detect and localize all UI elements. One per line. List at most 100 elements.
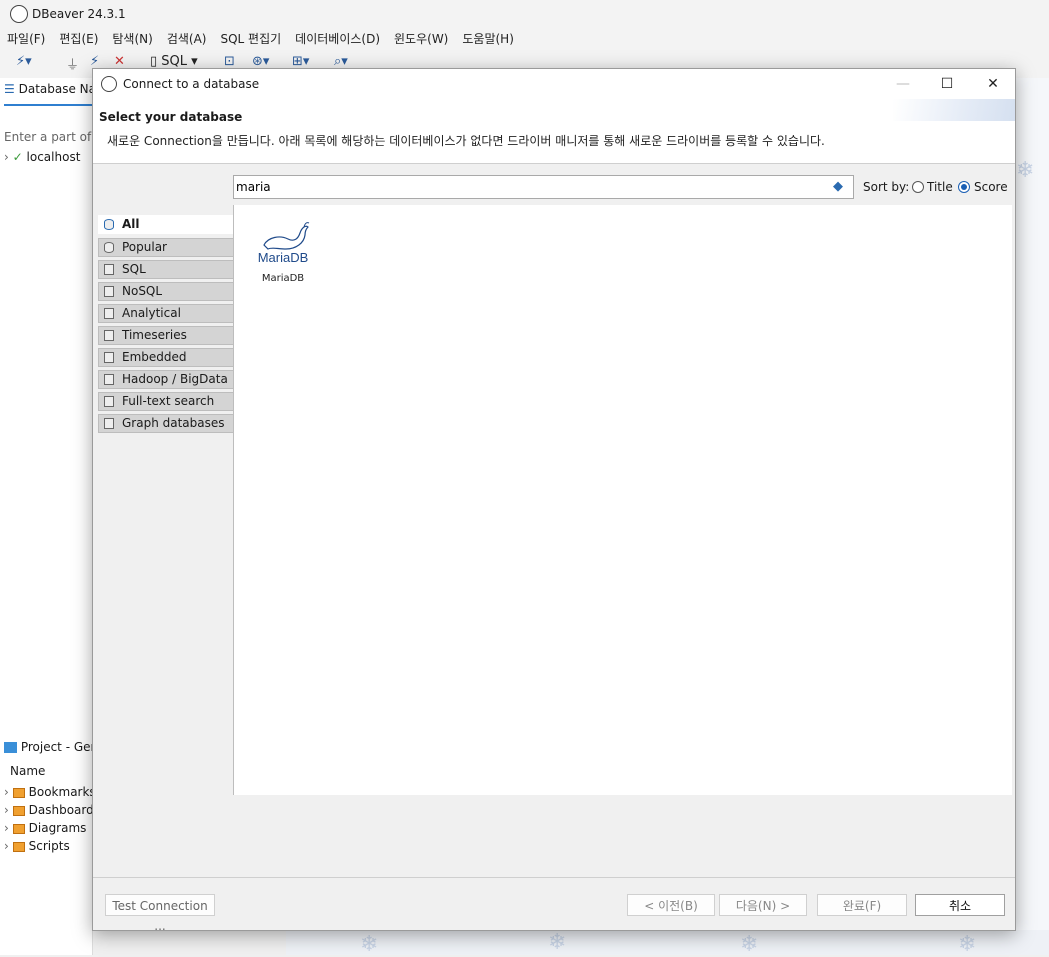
menu-database[interactable]: 데이터베이스(D) xyxy=(288,28,387,48)
connect-icon[interactable]: ⏚ xyxy=(66,54,79,73)
next-button[interactable]: 다음(N) > xyxy=(719,894,807,916)
project-tab[interactable]: Project - General xyxy=(4,740,94,754)
category-embedded[interactable]: Embedded xyxy=(98,348,234,367)
dialog-header: Select your database 새로운 Connection을 만듭니… xyxy=(93,99,1015,164)
category-label: Graph databases xyxy=(122,416,225,430)
menu-file[interactable]: 파일(F) xyxy=(0,28,52,48)
menu-sql-editor[interactable]: SQL 편집기 xyxy=(213,28,288,48)
eraser-icon[interactable]: ◆ xyxy=(833,179,843,194)
navigator-item-localhost[interactable]: › ✓ localhost xyxy=(4,150,92,164)
sort-score-label: Score xyxy=(974,180,1008,194)
dbeaver-logo-icon xyxy=(10,5,28,23)
sort-title-label: Title xyxy=(927,180,953,194)
chevron-right-icon[interactable]: › xyxy=(4,785,9,799)
category-all[interactable]: All xyxy=(98,215,234,234)
category-label: Full-text search xyxy=(122,394,215,408)
schema-icon[interactable]: ⊞▾ xyxy=(292,54,309,69)
database-connected-icon: ✓ xyxy=(12,150,23,164)
menu-navigate[interactable]: 탐색(N) xyxy=(105,28,159,48)
disconnect-icon[interactable]: ⚡ xyxy=(90,54,99,69)
project-item-label: Scripts xyxy=(28,839,70,853)
cancel-button[interactable]: 취소 xyxy=(915,894,1005,916)
snowflake-decoration-icon: ❄ xyxy=(360,932,379,957)
chevron-right-icon[interactable]: › xyxy=(4,839,9,853)
database-tile-label: MariaDB xyxy=(261,273,305,284)
project-icon xyxy=(4,742,17,753)
sql-button-label: SQL xyxy=(161,54,188,69)
category-full-text-search[interactable]: Full-text search xyxy=(98,392,234,411)
commit-mode-icon[interactable]: ⊛▾ xyxy=(252,54,269,69)
project-item-label: Dashboards xyxy=(28,803,92,817)
database-tile-mariadb[interactable]: MariaDB MariaDB xyxy=(250,217,316,287)
test-connection-button[interactable]: Test Connection ... xyxy=(105,894,215,933)
category-graph-databases[interactable]: Graph databases xyxy=(98,414,234,433)
category-timeseries[interactable]: Timeseries xyxy=(98,326,234,345)
menu-search[interactable]: 검색(A) xyxy=(160,28,214,48)
invalidate-icon[interactable]: ✕ xyxy=(114,54,125,69)
sql-editor-button[interactable]: ▯ SQL ▾ xyxy=(150,54,198,69)
diagrams-folder-icon xyxy=(12,823,25,834)
database-navigator-tab[interactable]: ☰ Database Navigator xyxy=(4,82,94,106)
menu-help[interactable]: 도움말(H) xyxy=(455,28,521,48)
new-connection-icon[interactable]: ⚡▾ xyxy=(16,54,32,69)
chevron-right-icon[interactable]: › xyxy=(4,150,9,164)
project-item-diagrams[interactable]: › Diagrams xyxy=(4,821,92,835)
header-banner-art xyxy=(893,99,1015,121)
mariadb-logo-text: MariaDB xyxy=(258,250,309,265)
database-navigator-icon: ☰ xyxy=(4,82,15,96)
project-item-dashboards[interactable]: › Dashboards xyxy=(4,803,92,817)
dashboards-folder-icon xyxy=(12,805,25,816)
folder-icon xyxy=(104,330,114,341)
chevron-right-icon[interactable]: › xyxy=(4,821,9,835)
mariadb-seal-icon: MariaDB xyxy=(258,222,310,265)
back-button[interactable]: < 이전(B) xyxy=(627,894,715,916)
menu-window[interactable]: 윈도우(W) xyxy=(387,28,455,48)
category-label: All xyxy=(122,217,140,231)
database-icon xyxy=(104,219,114,230)
database-icon xyxy=(104,242,114,253)
navigator-filter-input[interactable]: Enter a part of object name here xyxy=(4,130,92,144)
chevron-right-icon[interactable]: › xyxy=(4,803,9,817)
category-sql[interactable]: SQL xyxy=(98,260,234,279)
project-item-bookmarks[interactable]: › Bookmarks xyxy=(4,785,92,799)
navigator-item-label: localhost xyxy=(26,150,81,164)
scripts-folder-icon xyxy=(12,841,25,852)
snowflake-decoration-icon: ❄ xyxy=(740,932,759,957)
project-item-label: Diagrams xyxy=(28,821,87,835)
project-column-name: Name xyxy=(10,764,46,778)
folder-icon xyxy=(104,374,114,385)
search-icon[interactable]: ⌕▾ xyxy=(334,54,348,69)
minimize-icon[interactable]: — xyxy=(883,73,923,95)
app-titlebar xyxy=(0,0,1049,28)
folder-icon xyxy=(104,308,114,319)
project-item-scripts[interactable]: › Scripts xyxy=(4,839,92,853)
category-label: NoSQL xyxy=(122,284,163,298)
category-label: Popular xyxy=(122,240,167,254)
menu-edit[interactable]: 편집(E) xyxy=(52,28,105,48)
finish-button[interactable]: 완료(F) xyxy=(817,894,907,916)
folder-icon xyxy=(104,286,114,297)
database-search-input[interactable] xyxy=(236,178,826,196)
close-icon[interactable]: ✕ xyxy=(973,73,1013,95)
dialog-footer-separator xyxy=(93,877,1015,878)
sort-title-radio[interactable] xyxy=(912,181,924,193)
project-tab-label: Project - General xyxy=(20,740,94,754)
header-description: 새로운 Connection을 만듭니다. 아래 목록에 해당하는 데이터베이스… xyxy=(107,134,825,148)
folder-icon xyxy=(104,352,114,363)
maximize-icon[interactable]: ☐ xyxy=(927,73,967,95)
folder-icon xyxy=(104,396,114,407)
category-label: Analytical xyxy=(122,306,181,320)
app-title: DBeaver 24.3.1 xyxy=(32,7,126,21)
sort-score-radio[interactable] xyxy=(958,181,970,193)
category-nosql[interactable]: NoSQL xyxy=(98,282,234,301)
snowflake-decoration-icon: ❄ xyxy=(958,932,977,957)
database-grid: MariaDB MariaDB xyxy=(233,205,1012,795)
project-item-label: Bookmarks xyxy=(28,785,92,799)
category-hadoop-bigdata[interactable]: Hadoop / BigData xyxy=(98,370,234,389)
category-analytical[interactable]: Analytical xyxy=(98,304,234,323)
category-label: Embedded xyxy=(122,350,187,364)
category-popular[interactable]: Popular xyxy=(98,238,234,257)
category-label: Timeseries xyxy=(122,328,187,342)
transaction-icon[interactable]: ⊡ xyxy=(224,54,235,69)
header-title: Select your database xyxy=(99,110,243,124)
